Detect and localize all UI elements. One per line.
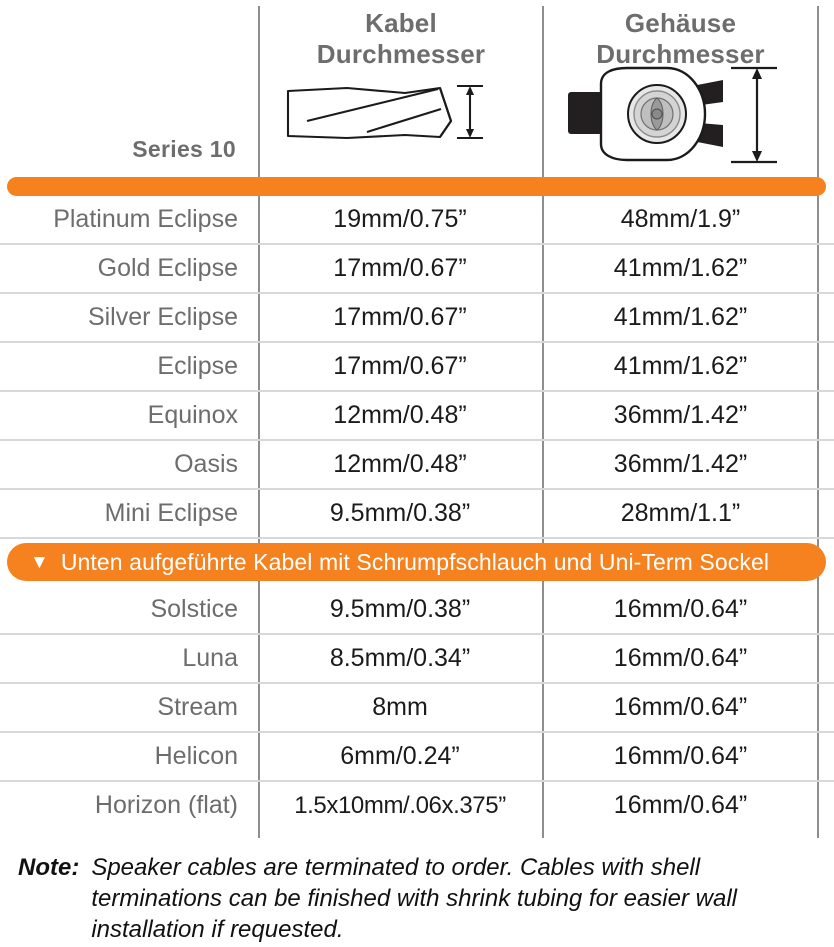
cell-cable-diameter: 8.5mm/0.34” <box>329 644 471 672</box>
table-row: Oasis 12mm/0.48” 36mm/1.42” <box>0 441 834 490</box>
table-row: Gold Eclipse 17mm/0.67” 41mm/1.62” <box>0 245 834 294</box>
column-header-cable-line2: Durchmesser <box>316 39 486 69</box>
table-row: Eclipse 17mm/0.67” 41mm/1.62” <box>0 343 834 392</box>
cell-shell-diameter: 16mm/0.64” <box>613 791 748 819</box>
cell-cable-diameter: 1.5x10mm/.06x.375” <box>294 792 506 819</box>
column-header-shell-line1: Gehäuse <box>624 8 737 38</box>
cell-series-name: Oasis <box>174 450 238 478</box>
header-accent-bar <box>7 177 826 196</box>
cell-series-name: Helicon <box>154 742 238 770</box>
cell-shell-diameter: 41mm/1.62” <box>613 303 748 331</box>
column-header-shell-diameter: Gehäuse Durchmesser <box>544 8 817 70</box>
cell-cable-diameter: 17mm/0.67” <box>333 303 467 331</box>
table-row: Solstice 9.5mm/0.38” 16mm/0.64” <box>0 586 834 635</box>
cell-shell-diameter: 48mm/1.9” <box>620 205 741 233</box>
section-banner-label: Unten aufgeführte Kabel mit Schrumpfschl… <box>60 548 770 575</box>
cell-shell-diameter: 41mm/1.62” <box>613 352 748 380</box>
table-row: Mini Eclipse 9.5mm/0.38” 28mm/1.1” <box>0 490 834 539</box>
cell-cable-diameter: 9.5mm/0.38” <box>329 499 471 527</box>
cell-series-name: Silver Eclipse <box>87 303 238 331</box>
cell-shell-diameter: 36mm/1.42” <box>613 450 748 478</box>
table-row: Helicon 6mm/0.24” 16mm/0.64” <box>0 733 834 782</box>
caret-down-icon: ▼ <box>30 552 49 573</box>
table-row: Platinum Eclipse 19mm/0.75” 48mm/1.9” <box>0 196 834 245</box>
section-banner-row: ▼ Unten aufgeführte Kabel mit Schrumpfsc… <box>0 539 834 586</box>
cell-shell-diameter: 36mm/1.42” <box>613 401 748 429</box>
cell-series-name: Solstice <box>150 595 238 623</box>
cell-shell-diameter: 16mm/0.64” <box>613 742 748 770</box>
cell-series-name: Gold Eclipse <box>97 254 238 282</box>
cell-series-name: Stream <box>157 693 238 721</box>
cell-cable-diameter: 17mm/0.67” <box>333 254 467 282</box>
cell-shell-diameter: 16mm/0.64” <box>613 644 748 672</box>
cell-shell-diameter: 28mm/1.1” <box>620 499 741 527</box>
section-banner[interactable]: ▼ Unten aufgeführte Kabel mit Schrumpfsc… <box>7 543 826 581</box>
cell-series-name: Luna <box>182 644 238 672</box>
cell-series-name: Horizon (flat) <box>94 791 238 819</box>
cell-cable-diameter: 12mm/0.48” <box>333 450 467 478</box>
cell-cable-diameter: 17mm/0.67” <box>333 352 467 380</box>
footnote-label: Note: <box>18 854 80 881</box>
table-header: Kabel Durchmesser Gehäuse Durchmesser Se… <box>0 0 834 178</box>
footnote: Note: Speaker cables are terminated to o… <box>18 852 818 945</box>
cell-series-name: Platinum Eclipse <box>53 205 238 233</box>
footnote-text: Speaker cables are terminated to order. … <box>91 854 737 943</box>
cable-diameter-diagram <box>285 74 485 159</box>
cell-series-name: Eclipse <box>157 352 238 380</box>
cell-series-name: Equinox <box>147 401 238 429</box>
cell-cable-diameter: 8mm <box>372 693 428 721</box>
cell-cable-diameter: 6mm/0.24” <box>340 742 460 770</box>
table-row: Equinox 12mm/0.48” 36mm/1.42” <box>0 392 834 441</box>
spec-table-sheet: Kabel Durchmesser Gehäuse Durchmesser Se… <box>0 0 834 947</box>
cell-shell-diameter: 16mm/0.64” <box>613 595 748 623</box>
spec-table-body: Platinum Eclipse 19mm/0.75” 48mm/1.9” Go… <box>0 196 834 831</box>
column-header-cable-line1: Kabel <box>365 8 437 38</box>
page-title: Series 10 <box>132 136 236 162</box>
cell-cable-diameter: 9.5mm/0.38” <box>329 595 471 623</box>
table-row: Horizon (flat) 1.5x10mm/.06x.375” 16mm/0… <box>0 782 834 831</box>
cell-cable-diameter: 19mm/0.75” <box>333 205 467 233</box>
cell-series-name: Mini Eclipse <box>104 499 238 527</box>
cell-shell-diameter: 16mm/0.64” <box>613 693 748 721</box>
table-row: Silver Eclipse 17mm/0.67” 41mm/1.62” <box>0 294 834 343</box>
cell-cable-diameter: 12mm/0.48” <box>333 401 467 429</box>
table-row: Luna 8.5mm/0.34” 16mm/0.64” <box>0 635 834 684</box>
column-header-cable-diameter: Kabel Durchmesser <box>260 8 542 70</box>
table-row: Stream 8mm 16mm/0.64” <box>0 684 834 733</box>
shell-diameter-diagram <box>565 62 780 175</box>
cell-shell-diameter: 41mm/1.62” <box>613 254 748 282</box>
